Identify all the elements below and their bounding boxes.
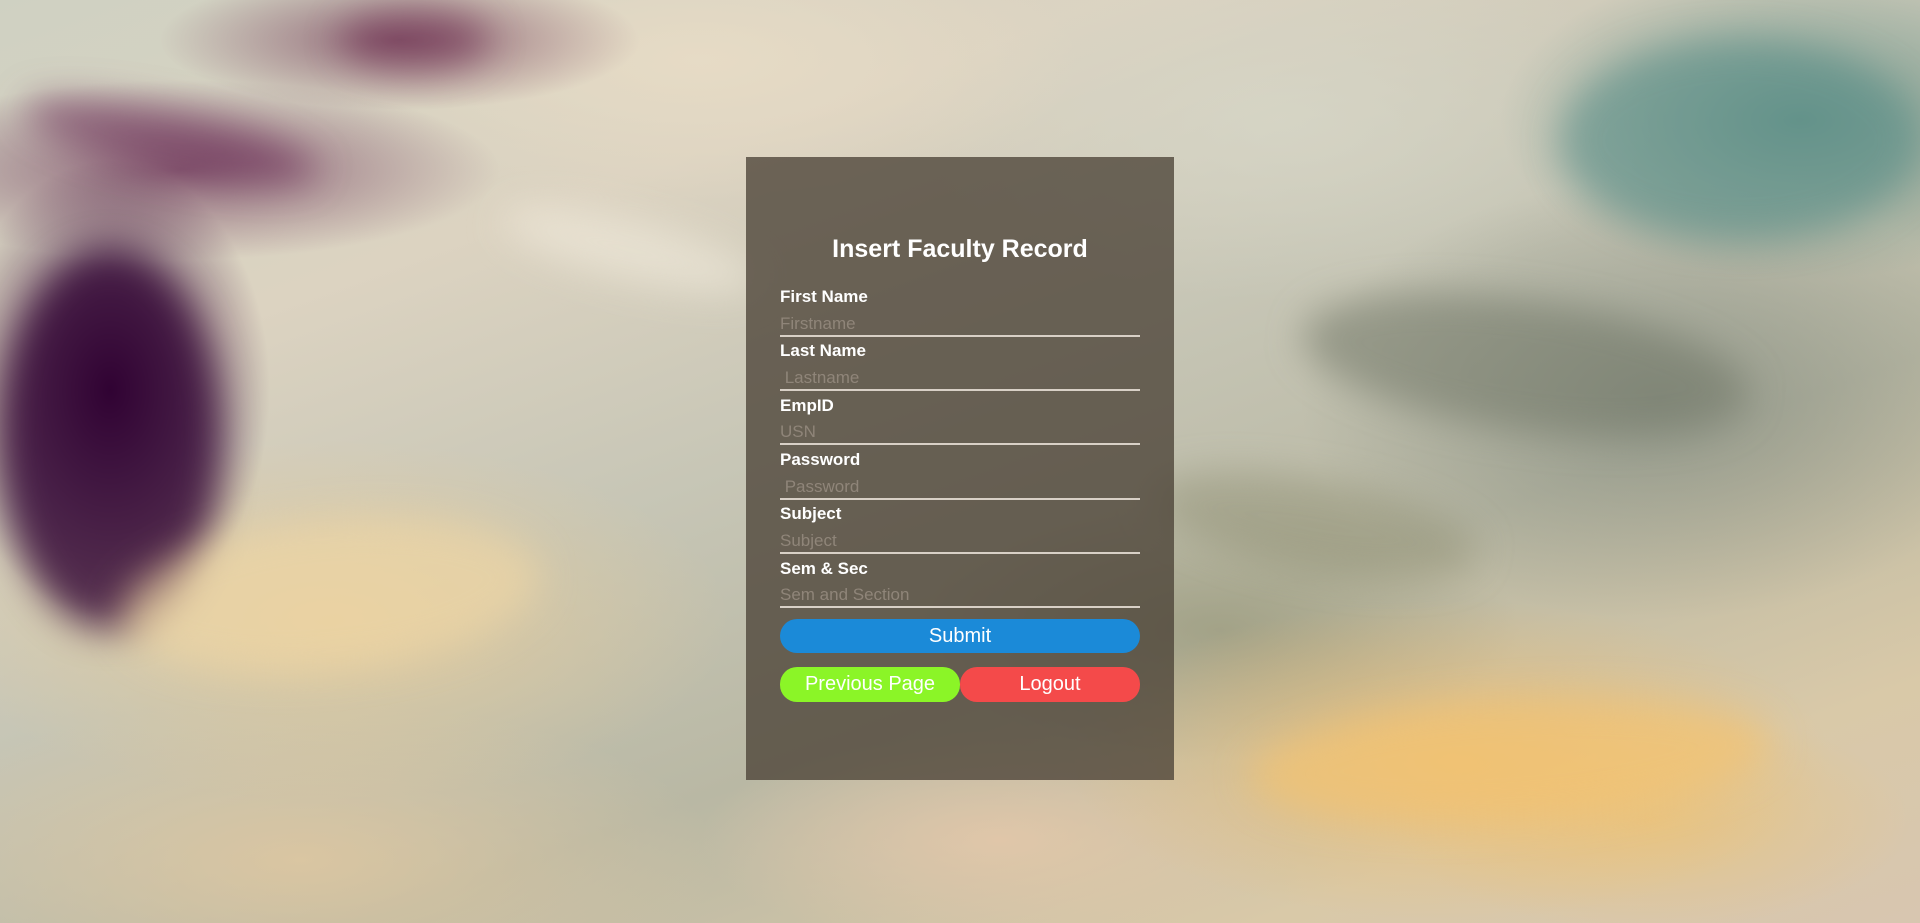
background-streak — [17, 79, 323, 201]
first-name-input[interactable] — [780, 313, 1140, 337]
background-streak — [1246, 682, 1774, 838]
background-streak — [1293, 269, 1757, 461]
last-name-label: Last Name — [780, 341, 866, 360]
submit-button[interactable]: Submit — [780, 619, 1140, 653]
background-streak — [496, 189, 764, 311]
password-input[interactable] — [780, 476, 1140, 500]
subject-input[interactable] — [780, 530, 1140, 554]
subject-label: Subject — [780, 504, 842, 523]
background-streak — [1560, 40, 1920, 240]
first-name-label: First Name — [780, 287, 868, 306]
background-streak — [1144, 452, 1486, 598]
sem-sec-input[interactable] — [780, 584, 1140, 608]
sem-sec-label: Sem & Sec — [780, 559, 868, 578]
empid-label: EmpID — [780, 396, 834, 415]
form-title-container: Insert Faculty Record — [746, 232, 1174, 266]
password-label: Password — [780, 450, 861, 469]
form-title: Insert Faculty Record — [832, 235, 1088, 263]
background-streak — [340, 10, 490, 70]
previous-page-button[interactable]: Previous Page — [780, 667, 960, 702]
empid-input[interactable] — [780, 421, 1140, 445]
last-name-input[interactable] — [780, 367, 1140, 391]
logout-button[interactable]: Logout — [960, 667, 1140, 702]
